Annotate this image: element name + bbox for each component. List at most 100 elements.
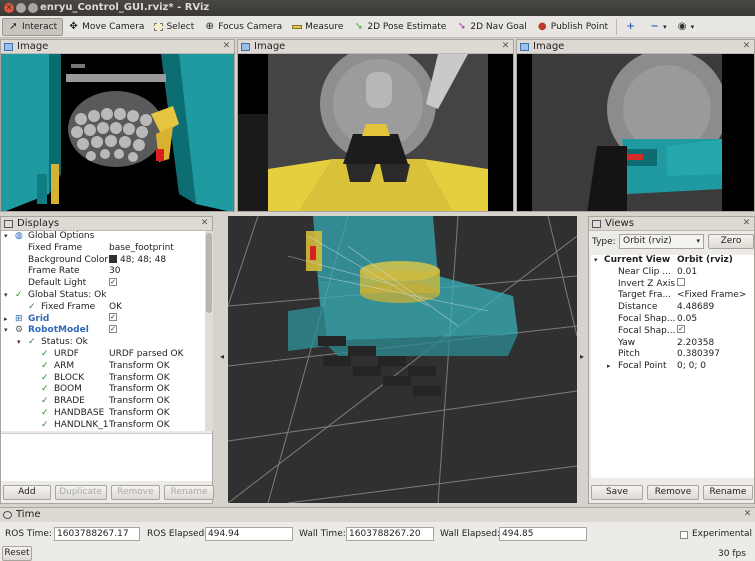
view-prop-row[interactable]: Near Clip ... 0.01: [591, 267, 754, 279]
tree-row-brade[interactable]: ✓ BRADE Transform OK: [1, 396, 205, 408]
close-icon[interactable]: ✕: [741, 41, 752, 52]
close-icon[interactable]: ✕: [741, 218, 752, 229]
expand-arrow-icon[interactable]: ▾: [4, 325, 8, 337]
tree-row-boom[interactable]: ✓ BOOM Transform OK: [1, 384, 205, 396]
remove-view-button[interactable]: Remove: [647, 485, 699, 500]
title-bar: ✕ enryu_Control_GUI.rviz* - RViz: [0, 0, 755, 16]
maximize-window-icon[interactable]: [28, 3, 38, 13]
wall-elapsed-field[interactable]: 494.85: [499, 527, 587, 541]
view-prop-row[interactable]: Yaw 2.20358: [591, 338, 754, 350]
expand-arrow-icon[interactable]: ▾: [17, 337, 21, 349]
view-properties-tree[interactable]: ▾ Current View Orbit (rviz) Near Clip ... 0…: [591, 255, 754, 478]
expand-arrow-icon[interactable]: ▾: [4, 290, 8, 302]
tree-row-default-light[interactable]: Default Light ✓: [1, 277, 205, 290]
check-icon: ✓: [41, 348, 49, 359]
close-icon[interactable]: ✕: [199, 218, 210, 229]
displays-header: Displays ✕: [1, 217, 212, 231]
displays-tree[interactable]: ▾ ◍ Global Options Fixed Frame base_footpri…: [1, 231, 205, 431]
close-window-icon[interactable]: ✕: [4, 3, 14, 13]
add-tool-button[interactable]: +: [620, 18, 644, 36]
nav-goal-button[interactable]: ➘ 2D Nav Goal: [451, 18, 531, 36]
tree-row-arm[interactable]: ✓ ARM Transform OK: [1, 361, 205, 373]
tree-row-fixed-frame[interactable]: Fixed Frame base_footprint: [1, 243, 205, 255]
publish-point-button[interactable]: ● Publish Point: [532, 18, 613, 36]
default-light-checkbox[interactable]: ✓: [109, 277, 117, 286]
tree-row-block[interactable]: ✓ BLOCK Transform OK: [1, 373, 205, 385]
robot-model-checkbox[interactable]: ✓: [109, 324, 117, 333]
view-prop-row[interactable]: Pitch 0.380397: [591, 349, 754, 361]
view-prop-row[interactable]: Invert Z Axis: [591, 278, 754, 291]
pose-estimate-button[interactable]: ➘ 2D Pose Estimate: [348, 18, 451, 36]
tree-row-global-status[interactable]: ▾ ✓ Global Status: Ok: [1, 290, 205, 302]
reset-button[interactable]: Reset: [2, 546, 32, 561]
select-button[interactable]: Select: [149, 18, 199, 36]
camera-type-button[interactable]: ◉ ▾: [672, 18, 700, 36]
collapse-arrow-icon[interactable]: ▸: [607, 361, 611, 373]
views-buttons: Save Remove Rename: [591, 485, 753, 500]
ros-elapsed-field[interactable]: 494.94: [205, 527, 293, 541]
close-icon[interactable]: ✕: [742, 509, 753, 520]
move-camera-button[interactable]: ✥ Move Camera: [63, 18, 149, 36]
view-prop-row[interactable]: ▸ Focal Point 0; 0; 0: [591, 361, 754, 373]
view-prop-row[interactable]: Distance 4.48689: [591, 302, 754, 314]
grid-checkbox[interactable]: ✓: [109, 313, 117, 322]
tree-row-handbase[interactable]: ✓ HANDBASE Transform OK: [1, 408, 205, 420]
monitor-icon: [4, 220, 13, 228]
view-prop-row[interactable]: Focal Shap... ✓: [591, 325, 754, 338]
invert-z-checkbox[interactable]: [677, 278, 685, 287]
clock-icon: [3, 511, 12, 519]
color-swatch[interactable]: [109, 255, 117, 264]
render-3d-view[interactable]: [228, 216, 577, 503]
displays-scrollbar[interactable]: [205, 231, 213, 431]
interact-button[interactable]: ➚ Interact: [2, 17, 64, 36]
rename-view-button[interactable]: Rename: [703, 485, 753, 500]
minimize-window-icon[interactable]: [16, 3, 26, 13]
publish-point-icon: ●: [537, 21, 547, 32]
ros-time-field[interactable]: 1603788267.17: [54, 527, 140, 541]
check-icon: ✓: [28, 301, 36, 312]
collapse-right-arrow-icon[interactable]: ▸: [580, 352, 584, 361]
scrollbar-thumb[interactable]: [206, 233, 212, 313]
view-type-select[interactable]: Orbit (rviz) ▾: [619, 234, 704, 249]
image-icon: [520, 43, 529, 51]
tree-row-grid[interactable]: ▸ ⊞ Grid ✓: [1, 313, 205, 326]
zero-button[interactable]: Zero: [708, 234, 754, 249]
minus-icon: −: [650, 21, 659, 32]
tree-row-urdf[interactable]: ✓ URDF URDF parsed OK: [1, 349, 205, 361]
focus-camera-button[interactable]: ⊕ Focus Camera: [199, 18, 287, 36]
duplicate-button[interactable]: Duplicate: [54, 485, 107, 500]
save-button[interactable]: Save: [591, 485, 643, 500]
tree-row-frame-rate[interactable]: Frame Rate 30: [1, 266, 205, 278]
tree-row-status[interactable]: ▾ ✓ Status: Ok: [1, 337, 205, 349]
close-icon[interactable]: ✕: [500, 41, 511, 52]
expand-arrow-icon[interactable]: ▾: [594, 255, 598, 267]
experimental-checkbox[interactable]: [680, 531, 688, 539]
current-view-row[interactable]: ▾ Current View Orbit (rviz): [591, 255, 754, 267]
collapse-left-arrow-icon[interactable]: ◂: [220, 352, 224, 361]
window-title: enryu_Control_GUI.rviz* - RViz: [40, 2, 210, 13]
tree-row-global-options[interactable]: ▾ ◍ Global Options: [1, 231, 205, 243]
image-panel-header: Image ✕: [517, 40, 754, 54]
wall-time-field[interactable]: 1603788267.20: [346, 527, 434, 541]
expand-arrow-icon[interactable]: ▾: [4, 231, 8, 243]
time-panel: Time ✕ ROS Time: 1603788267.17 ROS Elapse…: [0, 507, 755, 561]
tree-row-handlnk[interactable]: ✓ HANDLNK_1 Transform OK: [1, 420, 205, 431]
focal-shape-checkbox[interactable]: ✓: [677, 325, 685, 334]
tree-row-gs-fixed-frame[interactable]: ✓ Fixed Frame OK: [1, 302, 205, 314]
close-icon[interactable]: ✕: [221, 41, 232, 52]
view-prop-row[interactable]: Focal Shap... 0.05: [591, 314, 754, 326]
tree-row-background-color[interactable]: Background Color 48; 48; 48: [1, 255, 205, 267]
collapse-arrow-icon[interactable]: ▸: [4, 314, 8, 326]
view-prop-row[interactable]: Target Fra... <Fixed Frame>: [591, 290, 754, 302]
measure-button[interactable]: Measure: [287, 18, 348, 36]
image-icon: [4, 43, 13, 51]
displays-buttons: Add Duplicate Remove Rename: [1, 485, 214, 500]
add-button[interactable]: Add: [3, 485, 51, 500]
remove-button[interactable]: Remove: [110, 485, 161, 500]
remove-tool-button[interactable]: − ▾: [644, 18, 672, 36]
rename-button[interactable]: Rename: [164, 485, 214, 500]
tree-row-robot-model[interactable]: ▾ ⚙ RobotModel ✓: [1, 324, 205, 337]
move-camera-icon: ✥: [69, 21, 78, 32]
view-type-bar: Type: Orbit (rviz) ▾ Zero: [589, 233, 755, 251]
measure-icon: [292, 24, 303, 29]
